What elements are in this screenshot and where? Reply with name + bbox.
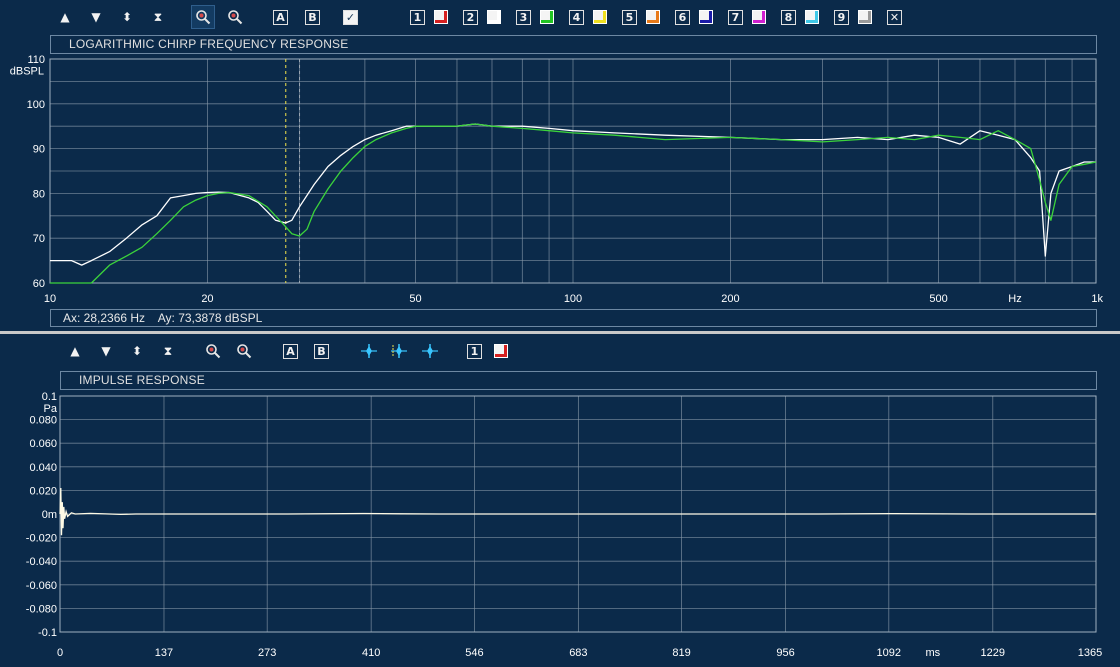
impulse-y-tick-label: 0.060: [29, 438, 57, 450]
impulse-x-tick-label: 1092: [877, 647, 901, 659]
impulse-x-tick-label: 956: [776, 647, 794, 659]
frequency-y-axis-label: dBSPL: [10, 65, 44, 77]
frequency-response-panel: ▲ ▼ ⬍ ⧗ A B ✓ 123456789 ✕ LOGARITHMIC CH…: [0, 0, 1120, 331]
frequency-x-tick-label: 100: [564, 293, 582, 305]
impulse-x-axis-label: ms: [925, 647, 940, 659]
impulse-x-tick-label: 0: [57, 647, 63, 659]
impulse-x-tick-label: 410: [362, 647, 380, 659]
frequency-grid: [50, 58, 1096, 284]
impulse-y-tick-label: 0m: [42, 509, 57, 521]
frequency-response-chart: 10 20 50 100 200 500 1k Hz 60 70 80 90 100 110dBSPL: [10, 54, 1104, 305]
impulse-y-tick-label: 0.080: [29, 415, 57, 427]
frequency-y-tick-label: 90: [33, 144, 45, 156]
impulse-y-tick-label: -0.040: [26, 556, 57, 568]
impulse-y-tick-label: 0.1: [42, 391, 57, 403]
frequency-y-tick-label: 100: [27, 99, 45, 111]
cursor-ay-readout: Ay: 73,3878 dBSPL: [157, 311, 263, 325]
frequency-x-axis-label: Hz: [1008, 293, 1021, 305]
impulse-response-panel: ▲ ▼ ⬍ ⧗ A B 1 IMPULSE RESPONSE 0 137 273 41…: [0, 334, 1120, 667]
frequency-x-tick-label: 20: [201, 293, 213, 305]
impulse-y-tick-label: -0.1: [38, 627, 57, 639]
impulse-x-tick-label: 819: [672, 647, 690, 659]
impulse-response-chart: 0 137 273 410 546 683 819 956 1092 1229 1365 ms 0.1 0…: [26, 391, 1102, 659]
impulse-x-tick-label: 1365: [1078, 647, 1102, 659]
frequency-y-tick-label: 60: [33, 278, 45, 290]
frequency-x-tick-label: 50: [409, 293, 421, 305]
cursor-readout: Ax: 28,2366 Hz Ay: 73,3878 dBSPL: [50, 309, 1097, 327]
impulse-y-tick-label: 0.040: [29, 462, 57, 474]
frequency-x-tick-label: 200: [721, 293, 739, 305]
impulse-y-tick-label: -0.080: [26, 603, 57, 615]
impulse-y-tick-label: 0.020: [29, 485, 57, 497]
frequency-x-tick-label: 1k: [1091, 293, 1103, 305]
cursor-ax-readout: Ax: 28,2366 Hz: [63, 311, 146, 325]
impulse-x-tick-label: 137: [155, 647, 173, 659]
impulse-x-tick-label: 546: [465, 647, 483, 659]
frequency-y-tick-label: 110: [27, 54, 45, 66]
frequency-y-tick-label: 80: [33, 188, 45, 200]
impulse-y-axis-label: Pa: [44, 403, 58, 415]
impulse-x-tick-label: 683: [569, 647, 587, 659]
impulse-y-tick-label: -0.060: [26, 580, 57, 592]
impulse-x-tick-label: 1229: [981, 647, 1005, 659]
impulse-y-tick-label: -0.020: [26, 533, 57, 545]
frequency-x-tick-label: 10: [44, 293, 56, 305]
frequency-x-tick-label: 500: [929, 293, 947, 305]
frequency-y-tick-label: 70: [33, 233, 45, 245]
impulse-x-tick-label: 273: [258, 647, 276, 659]
